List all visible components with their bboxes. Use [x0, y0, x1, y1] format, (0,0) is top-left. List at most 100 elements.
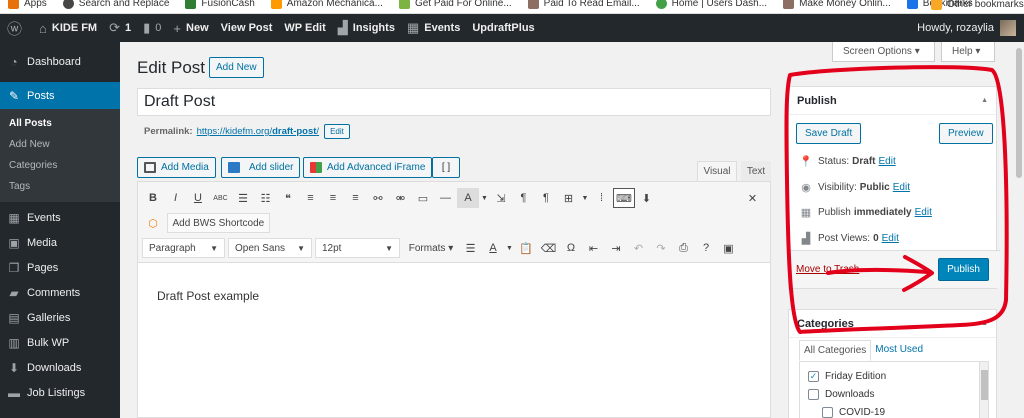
indent-icon[interactable]: ⇥	[605, 238, 627, 258]
insights-link[interactable]: ▟ Insights	[332, 14, 401, 42]
updraftplus-link[interactable]: UpdraftPlus	[466, 14, 540, 42]
schedule-edit-link[interactable]: Edit	[915, 207, 932, 218]
font-family-select[interactable]: Open Sans ▼	[228, 238, 312, 258]
page-scrollbar[interactable]	[1014, 42, 1024, 418]
publish-box-header[interactable]: Publish ▲	[789, 87, 996, 115]
new-content-link[interactable]: + New	[167, 14, 214, 42]
add-media-button[interactable]: Add Media	[137, 157, 216, 178]
add-slider-button[interactable]: Add slider	[221, 157, 301, 178]
bookmark-make-money[interactable]: Make Money Onlin...	[775, 0, 899, 11]
sidebar-item-job-listings[interactable]: ▬ Job Listings	[0, 380, 120, 405]
bookmark-search-replace[interactable]: Search and Replace	[55, 0, 178, 11]
strikethrough-icon[interactable]: ABC	[210, 188, 232, 208]
font-size-select[interactable]: 12pt ▼	[315, 238, 400, 258]
categories-box-header[interactable]: Categories ▲	[789, 310, 996, 338]
bookmark-home-users[interactable]: Home | Users Dash...	[648, 0, 775, 11]
shortcode-button[interactable]: [ ]	[432, 157, 460, 178]
tab-all-categories[interactable]: All Categories	[799, 340, 872, 361]
paste-text-icon[interactable]: 📋	[515, 238, 537, 258]
bookmark-apps[interactable]: Apps	[0, 0, 55, 11]
read-more-icon[interactable]: ▭	[412, 188, 434, 208]
updates-link[interactable]: ⟳ 1	[103, 14, 137, 42]
page-scrollbar-thumb[interactable]	[1016, 48, 1022, 178]
tab-most-used[interactable]: Most Used	[871, 340, 927, 361]
ltr-icon[interactable]: ¶	[513, 188, 535, 208]
align-left-icon[interactable]: ≡	[300, 188, 322, 208]
keyboard-icon[interactable]: ⌨	[613, 188, 635, 208]
formats-dropdown[interactable]: Formats ▾	[403, 238, 459, 258]
add-new-button[interactable]: Add New	[209, 57, 264, 78]
sidebar-item-dashboard[interactable]: ◔ Dashboard	[0, 49, 120, 74]
paragraph-select[interactable]: Paragraph ▼	[142, 238, 225, 258]
checkbox[interactable]: ✓	[808, 370, 819, 382]
post-views-edit-link[interactable]: Edit	[882, 233, 899, 244]
horizontal-line-icon[interactable]: —	[435, 188, 457, 208]
publish-button[interactable]: Publish	[938, 258, 989, 281]
undo-icon[interactable]: ↶	[628, 238, 650, 258]
post-title-input[interactable]: Draft Post	[137, 88, 771, 116]
tab-visual[interactable]: Visual	[697, 161, 737, 181]
tab-text[interactable]: Text	[741, 161, 771, 181]
rtl-icon[interactable]: ¶	[535, 188, 557, 208]
help-icon[interactable]: ?	[695, 238, 717, 258]
redo-icon[interactable]: ↷	[650, 238, 672, 258]
bookmark-other[interactable]: Other bookmarks	[923, 0, 1024, 11]
screen-options-button[interactable]: Screen Options ▾	[832, 42, 935, 62]
move-to-trash-link[interactable]: Move to Trash	[796, 264, 859, 275]
submenu-all-posts[interactable]: All Posts	[0, 113, 120, 134]
submenu-categories[interactable]: Categories	[0, 155, 120, 176]
editor-content[interactable]: Draft Post example	[157, 289, 259, 303]
scrollbar-thumb[interactable]	[981, 370, 988, 400]
sidebar-item-comments[interactable]: ▰ Comments	[0, 280, 120, 305]
sidebar-item-events[interactable]: ▦ Events	[0, 205, 120, 230]
justify-icon[interactable]: ☰	[460, 238, 482, 258]
category-item[interactable]: Downloads	[800, 385, 988, 403]
italic-icon[interactable]: I	[165, 188, 187, 208]
category-item[interactable]: COVID-19	[800, 403, 988, 418]
wp-logo-button[interactable]: ⓦ	[0, 14, 33, 42]
sidebar-item-galleries[interactable]: ▤ Galleries	[0, 305, 120, 330]
category-item[interactable]: ✓ Friday Edition	[800, 367, 988, 385]
permalink-url[interactable]: https://kidefm.org/draft-post/	[197, 126, 319, 137]
save-draft-button[interactable]: Save Draft	[796, 123, 862, 144]
sidebar-item-media[interactable]: ▣ Media	[0, 230, 120, 255]
status-edit-link[interactable]: Edit	[878, 156, 895, 167]
site-name-link[interactable]: ⌂ KIDE FM	[33, 14, 103, 42]
bookmark-get-paid[interactable]: Get Paid For Online...	[391, 0, 520, 11]
checkbox[interactable]	[808, 388, 819, 400]
comments-link[interactable]: ▮ 0	[137, 14, 167, 42]
unlink-icon[interactable]: ⚮	[390, 188, 412, 208]
align-center-icon[interactable]: ≡	[322, 188, 344, 208]
category-scrollbar[interactable]	[979, 362, 988, 418]
link-icon[interactable]: ⚯	[367, 188, 389, 208]
sidebar-item-bulk-wp[interactable]: ▥ Bulk WP	[0, 330, 120, 355]
events-link[interactable]: ▦ Events	[401, 14, 466, 42]
submenu-add-new[interactable]: Add New	[0, 134, 120, 155]
wp-edit-link[interactable]: WP Edit	[278, 14, 331, 42]
table-icon[interactable]: ⊞	[558, 188, 580, 208]
embed-icon[interactable]: ⇲	[490, 188, 512, 208]
chevron-down-icon[interactable]: ▼	[480, 188, 490, 208]
print-icon[interactable]: ⎙	[673, 238, 695, 258]
highlight-color-icon[interactable]: A	[457, 188, 479, 208]
help-button[interactable]: Help ▾	[941, 42, 995, 62]
bookmark-paid-to-read[interactable]: Paid To Read Email...	[520, 0, 648, 11]
bullet-list-icon[interactable]: ☰	[232, 188, 254, 208]
sidebar-item-pages[interactable]: ❐ Pages	[0, 255, 120, 280]
bookmark-fusioncash[interactable]: FusionCash	[177, 0, 262, 11]
image-icon[interactable]: ▣	[718, 238, 740, 258]
chevron-down-icon[interactable]: ▼	[580, 188, 590, 208]
visibility-edit-link[interactable]: Edit	[893, 182, 910, 193]
bold-icon[interactable]: B	[142, 188, 164, 208]
bws-shortcode-button[interactable]: Add BWS Shortcode	[166, 213, 271, 233]
save-icon[interactable]: ⬇	[636, 188, 658, 208]
chevron-down-icon[interactable]: ▼	[505, 238, 515, 258]
align-right-icon[interactable]: ≡	[345, 188, 367, 208]
checkbox[interactable]	[822, 406, 833, 418]
view-post-link[interactable]: View Post	[215, 14, 279, 42]
clear-formatting-icon[interactable]: ⌫	[538, 238, 560, 258]
submenu-tags[interactable]: Tags	[0, 176, 120, 197]
sidebar-item-posts[interactable]: ✎ Posts	[0, 82, 120, 109]
my-account-menu[interactable]: Howdy, rozaylia	[917, 14, 1024, 42]
outdent-icon[interactable]: ⇤	[583, 238, 605, 258]
